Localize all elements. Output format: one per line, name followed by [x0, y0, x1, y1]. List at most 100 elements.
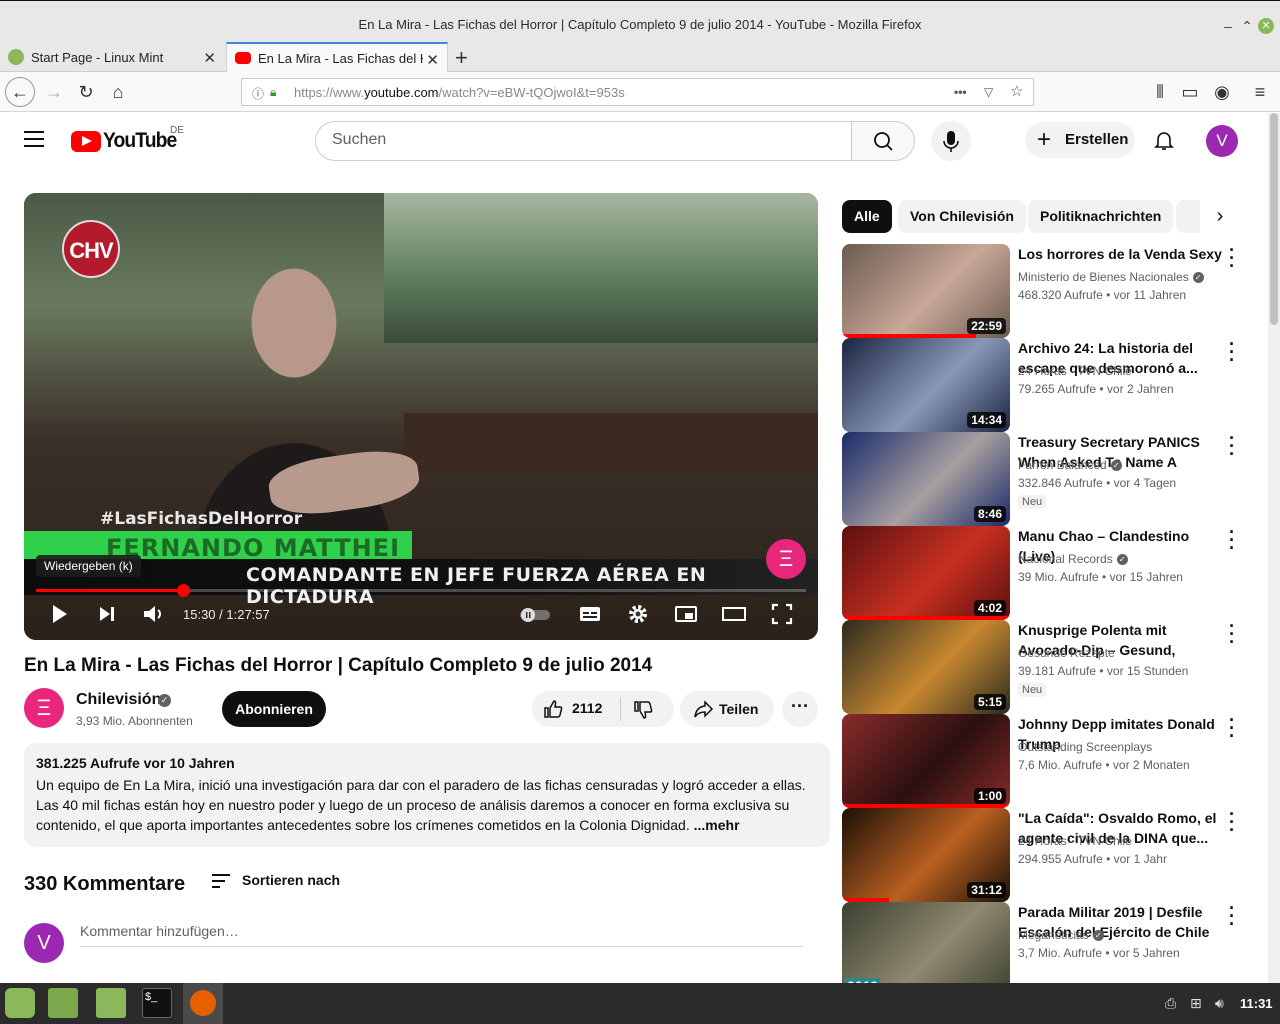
terminal-icon[interactable]: $_ — [142, 988, 172, 1018]
notifications-bell-icon[interactable] — [1152, 128, 1176, 152]
bookmark-star-icon[interactable]: ☆ — [1010, 82, 1023, 100]
recommended-item[interactable]: 8:46 Treasury Secretary PANICS When Asked… — [842, 429, 1262, 526]
search-button[interactable] — [851, 121, 915, 161]
volume-button[interactable] — [140, 601, 166, 627]
volume-tray-icon[interactable]: 🔊︎ — [1215, 995, 1224, 1012]
files-icon[interactable] — [96, 988, 126, 1018]
subtitles-button[interactable] — [577, 601, 603, 627]
next-button[interactable] — [94, 601, 120, 627]
page-actions-icon[interactable]: ••• — [954, 85, 967, 99]
search-input[interactable] — [332, 131, 812, 149]
firefox-taskbar-item[interactable] — [183, 983, 223, 1024]
chip-political-news[interactable]: Politiknachrichten — [1028, 200, 1174, 233]
recommended-channel[interactable]: Nacional Records ✓ — [1018, 552, 1128, 566]
more-options-icon[interactable]: · · · — [1224, 429, 1240, 463]
more-options-icon[interactable]: · · · — [1224, 523, 1240, 557]
youtube-logo-icon[interactable] — [71, 131, 101, 152]
account-icon[interactable]: ◉ — [1210, 80, 1234, 104]
maximize-icon[interactable]: ⌃ — [1240, 19, 1254, 33]
minimize-icon[interactable]: – — [1221, 19, 1235, 33]
video-thumbnail[interactable]: 4:02 — [842, 526, 1010, 620]
tab-youtube[interactable]: En La Mira - Las Fichas del H ✕ — [226, 42, 448, 72]
recommended-channel[interactable]: Ministerio de Bienes Nacionales ✓ — [1018, 270, 1204, 284]
recommended-item[interactable]: 5:15 Knusprige Polenta mit Avocado-Dip – … — [842, 617, 1262, 714]
fullscreen-button[interactable] — [769, 601, 795, 627]
network-icon[interactable]: ⊞ — [1190, 995, 1202, 1012]
sort-comments-button[interactable]: Sortieren nach — [212, 872, 340, 888]
chevron-right-icon[interactable]: › — [1200, 200, 1240, 233]
recommended-item[interactable]: 2019Parada Militar 2019 | Desfile Escaló… — [842, 899, 1262, 996]
close-tab-icon[interactable]: ✕ — [203, 49, 216, 67]
video-thumbnail[interactable]: 22:59 — [842, 244, 1010, 338]
video-thumbnail[interactable]: 31:12 — [842, 808, 1010, 902]
menu-icon[interactable]: ≡ — [1248, 80, 1272, 104]
mint-menu-icon[interactable] — [5, 988, 35, 1018]
pocket-icon[interactable]: ▽ — [984, 85, 993, 99]
recommended-item[interactable]: 14:34 Archivo 24: La historia del escape … — [842, 335, 1262, 432]
recommended-channel[interactable]: 24 Horas - TVN Chile — [1018, 364, 1132, 378]
recommended-item[interactable]: 31:12 "La Caída": Osvaldo Romo, el agente… — [842, 805, 1262, 902]
more-options-icon[interactable]: · · · — [1224, 241, 1240, 275]
more-options-icon[interactable]: · · · — [1224, 899, 1240, 933]
new-tab-icon[interactable]: + — [455, 45, 468, 71]
create-button[interactable]: + Erstellen — [1025, 122, 1135, 158]
recommended-title[interactable]: Los horrores de la Venda Sexy — [1018, 244, 1224, 264]
voice-search-button[interactable] — [931, 121, 971, 161]
play-button[interactable] — [46, 601, 72, 627]
account-avatar[interactable]: V — [1206, 125, 1238, 157]
tab-start-page[interactable]: Start Page - Linux Mint ✕ — [0, 42, 224, 72]
video-thumbnail[interactable]: 1:00 — [842, 714, 1010, 808]
recommended-channel[interactable]: Farron Balanced ✓ — [1018, 458, 1122, 472]
more-options-icon[interactable]: · · · — [1224, 617, 1240, 651]
info-icon[interactable]: ⓘ — [252, 85, 264, 102]
chip-all[interactable]: Alle — [842, 200, 892, 233]
chip-from-channel[interactable]: Von Chilevisión — [898, 200, 1026, 233]
scrollbar-thumb[interactable] — [1270, 113, 1278, 325]
video-thumbnail[interactable]: 8:46 — [842, 432, 1010, 526]
reload-icon[interactable]: ↻ — [74, 80, 98, 104]
miniplayer-button[interactable] — [673, 601, 699, 627]
progress-bar[interactable] — [36, 584, 806, 597]
channel-name[interactable]: Chilevisión — [76, 691, 161, 709]
autoplay-toggle[interactable] — [518, 601, 554, 627]
thumbs-up-icon[interactable] — [542, 698, 564, 720]
like-count[interactable]: 2112 — [572, 700, 602, 716]
recommended-channel[interactable]: Meganoticias ✓ — [1018, 928, 1104, 942]
thumbs-down-icon[interactable] — [632, 699, 654, 721]
video-thumbnail[interactable]: 5:15 — [842, 620, 1010, 714]
theater-mode-button[interactable] — [721, 601, 747, 627]
more-options-icon[interactable]: · · · — [1224, 335, 1240, 369]
hamburger-menu-icon[interactable] — [24, 131, 44, 147]
recommended-item[interactable]: 22:59 Los horrores de la Venda Sexy Minist… — [842, 241, 1262, 338]
url-bar[interactable]: ⓘ 🔒︎ https://www.youtube.com/watch?v=eBW… — [241, 78, 1034, 106]
more-options-icon[interactable]: · · · — [1224, 711, 1240, 745]
close-window-icon[interactable]: ✕ — [1258, 18, 1274, 34]
forward-icon[interactable]: → — [42, 80, 66, 104]
add-comment-input[interactable]: Kommentar hinzufügen… — [80, 923, 803, 947]
search-box[interactable] — [315, 121, 852, 161]
back-icon[interactable]: ← — [5, 77, 35, 107]
lock-icon[interactable]: 🔒︎ — [270, 85, 276, 100]
youtube-logo-text[interactable]: YouTube — [103, 129, 177, 153]
video-player[interactable]: CHV #LasFichasDelHorror FERNANDO MATTHEI… — [24, 193, 818, 640]
show-more-link[interactable]: ...mehr — [694, 817, 740, 833]
subscribe-button[interactable]: Abonnieren — [222, 691, 326, 727]
more-options-icon[interactable]: · · · — [1224, 805, 1240, 839]
recommended-item[interactable]: 4:02 Manu Chao – Clandestino (Live) Nacion… — [842, 523, 1262, 620]
show-desktop-icon[interactable] — [48, 988, 78, 1018]
more-actions-button[interactable]: ··· — [782, 691, 818, 727]
library-icon[interactable]: ⫴ — [1148, 80, 1172, 104]
video-thumbnail[interactable]: 14:34 — [842, 338, 1010, 432]
sidebar-icon[interactable]: ▭ — [1178, 80, 1202, 104]
scrubber-handle[interactable] — [177, 584, 191, 597]
recommended-channel[interactable]: Outstanding Screenplays — [1018, 740, 1152, 754]
recommended-channel[interactable]: 24 Horas - TVN Chile — [1018, 834, 1132, 848]
close-tab-icon[interactable]: ✕ — [426, 51, 439, 69]
channel-avatar[interactable]: Ξ — [24, 688, 64, 728]
settings-button[interactable] — [625, 601, 651, 627]
video-thumbnail[interactable]: 2019 — [842, 902, 1010, 996]
description-box[interactable]: 381.225 Aufrufe vor 10 Jahren Un equipo … — [24, 743, 830, 847]
recommended-item[interactable]: 1:00 Johnny Depp imitates Donald Trump Out… — [842, 711, 1262, 808]
home-icon[interactable]: ⌂ — [106, 80, 130, 104]
printer-icon[interactable]: ⎙ — [1165, 995, 1176, 1012]
